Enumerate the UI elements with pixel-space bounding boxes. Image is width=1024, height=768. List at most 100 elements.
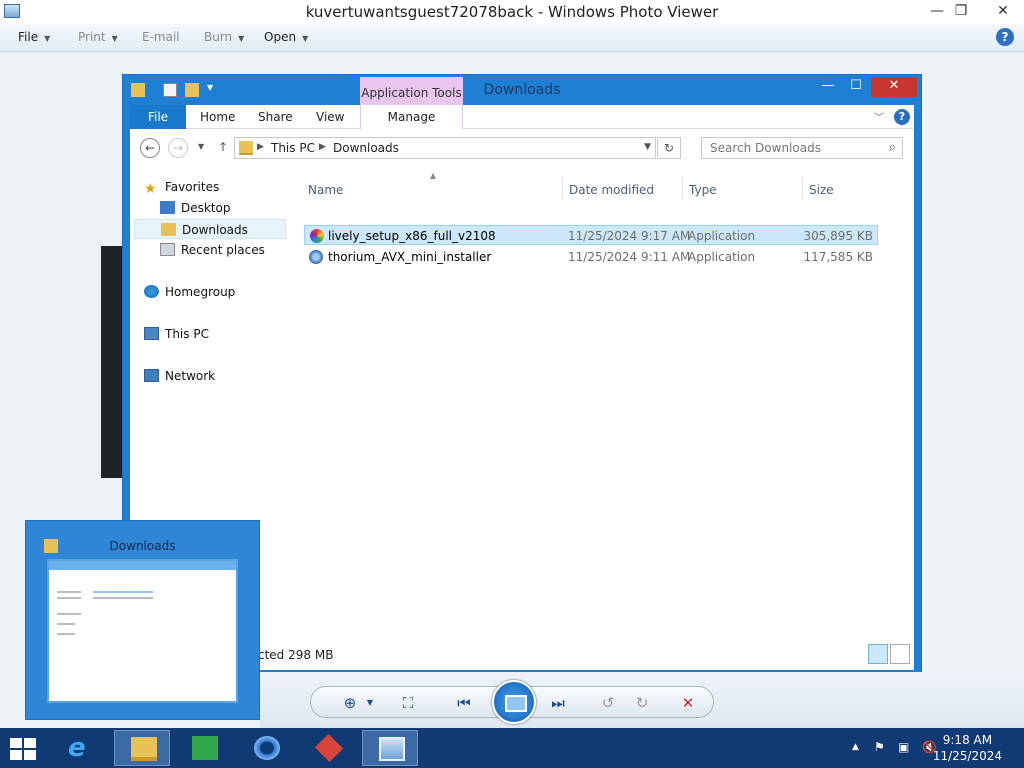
refresh-button[interactable]: ↻ [657, 137, 681, 159]
action-center-flag-icon[interactable]: ⚑ [874, 740, 885, 754]
nav-network[interactable]: Network [144, 366, 215, 386]
navigation-bar: ← → ▼ ↑ ▶ This PC ▶ Downloads ▼ ↻ ⌕ [130, 129, 914, 167]
delete-icon[interactable]: ✕ [677, 692, 699, 714]
chevron-down-icon: ▼ [302, 34, 309, 43]
chevron-down-icon: ▼ [44, 34, 51, 43]
store-icon [192, 736, 218, 760]
taskbar-photo-viewer[interactable] [362, 730, 418, 766]
nav-desktop[interactable]: Desktop [160, 198, 231, 218]
explorer-close-button[interactable]: ✕ [871, 77, 917, 97]
close-button[interactable]: ✕ [988, 0, 1018, 22]
chevron-right-icon: ▶ [257, 142, 264, 152]
tab-manage[interactable]: Manage [360, 105, 463, 129]
maximize-button[interactable]: ❐ [946, 0, 976, 22]
lively-app-icon [310, 229, 324, 243]
show-hidden-icons-icon[interactable]: ▲ [852, 742, 859, 752]
thumbnail-window-image [47, 559, 238, 703]
breadcrumb-this-pc[interactable]: This PC [271, 141, 315, 155]
thumbnail-nav-line [57, 613, 81, 615]
file-explorer-icon [131, 737, 157, 761]
recent-locations-icon[interactable]: ▼ [198, 142, 204, 151]
system-clock[interactable]: 9:18 AM 11/25/2024 [933, 732, 1002, 764]
file-date: 11/25/2024 9:17 AM [568, 229, 691, 243]
chevron-down-icon[interactable]: ▼ [644, 142, 651, 152]
file-row-thorium[interactable]: thorium_AVX_mini_installer 11/25/2024 9:… [304, 247, 878, 267]
taskbar-app-red[interactable] [300, 730, 356, 766]
photo-viewer-titlebar: kuvertuwantsguest72078back - Windows Pho… [0, 0, 1024, 24]
email-menu[interactable]: E-mail [142, 30, 180, 44]
burn-menu[interactable]: Burn ▼ [204, 30, 244, 44]
rotate-clockwise-icon[interactable]: ↻ [631, 692, 653, 714]
column-divider[interactable] [562, 177, 563, 199]
tab-view[interactable]: View [316, 105, 344, 129]
slideshow-button[interactable] [492, 680, 536, 724]
nav-homegroup[interactable]: Homegroup [144, 282, 235, 302]
taskbar-thorium[interactable] [238, 730, 294, 766]
details-view-button[interactable] [868, 644, 888, 664]
search-input[interactable] [702, 138, 872, 158]
tab-home[interactable]: Home [200, 105, 235, 129]
taskbar-file-explorer[interactable] [114, 730, 170, 766]
tab-file[interactable]: File [130, 105, 186, 129]
actual-size-icon[interactable]: ⛶ [397, 692, 419, 714]
nav-this-pc[interactable]: This PC [144, 324, 209, 344]
red-app-icon [314, 733, 344, 763]
file-menu[interactable]: File ▼ [18, 30, 50, 44]
large-icons-view-button[interactable] [890, 644, 910, 664]
thumbnail-nav-line [57, 633, 75, 635]
application-tools-context-tab: Application Tools [360, 77, 463, 105]
explorer-titlebar: ▼ Downloads Application Tools — ☐ ✕ [123, 75, 921, 105]
chevron-down-icon[interactable]: ▼ [359, 692, 381, 714]
thumbnail-ribbon [49, 561, 236, 570]
up-button[interactable]: ↑ [218, 140, 228, 154]
print-menu[interactable]: Print ▼ [78, 30, 118, 44]
sort-ascending-icon: ▲ [430, 171, 437, 180]
file-type: Application [688, 229, 756, 243]
column-divider[interactable] [682, 177, 683, 199]
taskbar-store[interactable] [176, 730, 232, 766]
thorium-browser-icon [254, 736, 280, 760]
file-row-lively[interactable]: lively_setup_x86_full_v2108 11/25/2024 9… [304, 225, 878, 245]
network-icon [144, 369, 159, 382]
file-size: 305,895 KB [803, 229, 873, 243]
column-size[interactable]: Size [809, 183, 834, 197]
column-date-modified[interactable]: Date modified [569, 183, 654, 197]
explorer-help-icon[interactable]: ? [894, 109, 910, 125]
back-button[interactable]: ← [140, 138, 160, 158]
help-icon[interactable]: ? [996, 28, 1014, 46]
network-status-icon[interactable]: ▣ [898, 740, 909, 754]
column-type[interactable]: Type [689, 183, 717, 197]
rotate-counterclockwise-icon[interactable]: ↺ [597, 692, 619, 714]
open-menu[interactable]: Open ▼ [264, 30, 308, 44]
breadcrumb-downloads[interactable]: Downloads [333, 141, 399, 155]
column-name[interactable]: Name [308, 183, 343, 197]
next-icon[interactable]: ⏭ [547, 692, 569, 714]
thumbnail-title: Downloads [109, 539, 176, 553]
window-title: kuvertuwantsguest72078back - Windows Pho… [305, 3, 719, 21]
clock-date: 11/25/2024 [932, 749, 1002, 763]
previous-icon[interactable]: ⏮ [453, 692, 475, 714]
nav-recent-places[interactable]: Recent places [160, 240, 265, 260]
nav-downloads[interactable]: Downloads [134, 219, 286, 239]
taskbar-thumbnail-preview[interactable]: Downloads [25, 520, 260, 720]
expand-ribbon-icon[interactable]: ﹀ [874, 109, 884, 124]
forward-button[interactable]: → [168, 138, 188, 158]
search-icon: ⌕ [888, 140, 896, 155]
chevron-right-icon: ▶ [319, 142, 326, 152]
explorer-minimize-button[interactable]: — [815, 77, 841, 97]
explorer-maximize-button[interactable]: ☐ [843, 77, 869, 97]
thumbnail-file-line [93, 597, 153, 599]
explorer-title: Downloads [483, 82, 561, 98]
address-bar[interactable]: ▶ This PC ▶ Downloads ▼ [234, 137, 656, 159]
column-divider[interactable] [802, 177, 803, 199]
desktop-icon [160, 201, 175, 214]
internet-explorer-icon: e [68, 733, 86, 763]
search-box[interactable]: ⌕ [701, 137, 903, 159]
nav-favorites[interactable]: ★ Favorites [144, 177, 219, 197]
photo-content-edge [101, 246, 123, 478]
zoom-icon[interactable]: ⊕ [339, 692, 361, 714]
photo-viewer-icon [379, 737, 405, 761]
tab-share[interactable]: Share [258, 105, 293, 129]
start-button[interactable] [10, 738, 38, 760]
taskbar-internet-explorer[interactable]: e [52, 730, 108, 766]
